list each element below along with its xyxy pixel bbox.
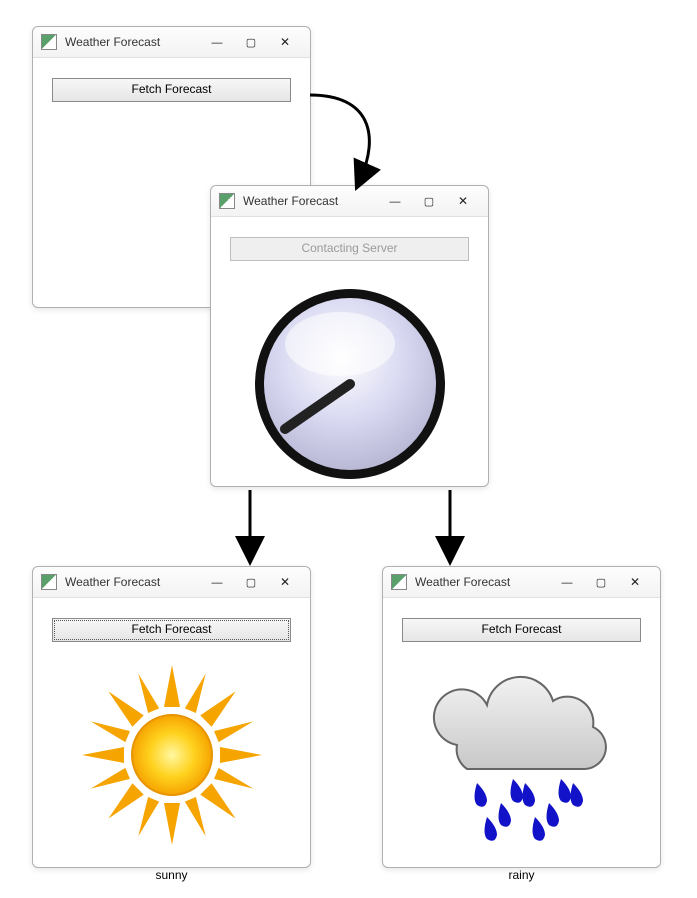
fetch-forecast-button: Contacting Server [230, 237, 469, 261]
close-icon[interactable] [446, 194, 480, 208]
titlebar: Weather Forecast [33, 567, 310, 598]
minimize-icon[interactable] [200, 575, 234, 589]
loading-image-area [231, 261, 468, 507]
app-icon [391, 574, 407, 590]
window-title: Weather Forecast [243, 194, 378, 208]
maximize-icon[interactable] [234, 35, 268, 49]
window-sunny-result: Weather Forecast Fetch Forecast [32, 566, 311, 868]
status-label: sunny [155, 868, 187, 888]
titlebar: Weather Forecast [211, 186, 488, 217]
window-rainy-result: Weather Forecast Fetch Forecast [382, 566, 661, 868]
app-icon [41, 574, 57, 590]
sun-icon [72, 655, 272, 855]
app-icon [219, 193, 235, 209]
result-image-area [53, 642, 290, 868]
fetch-forecast-button[interactable]: Fetch Forecast [52, 618, 291, 642]
window-title: Weather Forecast [65, 575, 200, 589]
window-title: Weather Forecast [65, 35, 200, 49]
app-icon [41, 34, 57, 50]
loading-dial-icon [245, 279, 455, 489]
titlebar: Weather Forecast [383, 567, 660, 598]
window-loading: Weather Forecast Contacting Server [210, 185, 489, 487]
fetch-forecast-button[interactable]: Fetch Forecast [402, 618, 641, 642]
raincloud-icon [417, 655, 627, 855]
minimize-icon[interactable] [378, 194, 412, 208]
result-image-area [403, 642, 640, 868]
flow-arrow [300, 85, 400, 195]
fetch-forecast-button[interactable]: Fetch Forecast [52, 78, 291, 102]
close-icon[interactable] [618, 575, 652, 589]
close-icon[interactable] [268, 35, 302, 49]
maximize-icon[interactable] [234, 575, 268, 589]
maximize-icon[interactable] [412, 194, 446, 208]
minimize-icon[interactable] [550, 575, 584, 589]
titlebar: Weather Forecast [33, 27, 310, 58]
maximize-icon[interactable] [584, 575, 618, 589]
window-title: Weather Forecast [415, 575, 550, 589]
status-label: rainy [508, 868, 534, 888]
close-icon[interactable] [268, 575, 302, 589]
minimize-icon[interactable] [200, 35, 234, 49]
